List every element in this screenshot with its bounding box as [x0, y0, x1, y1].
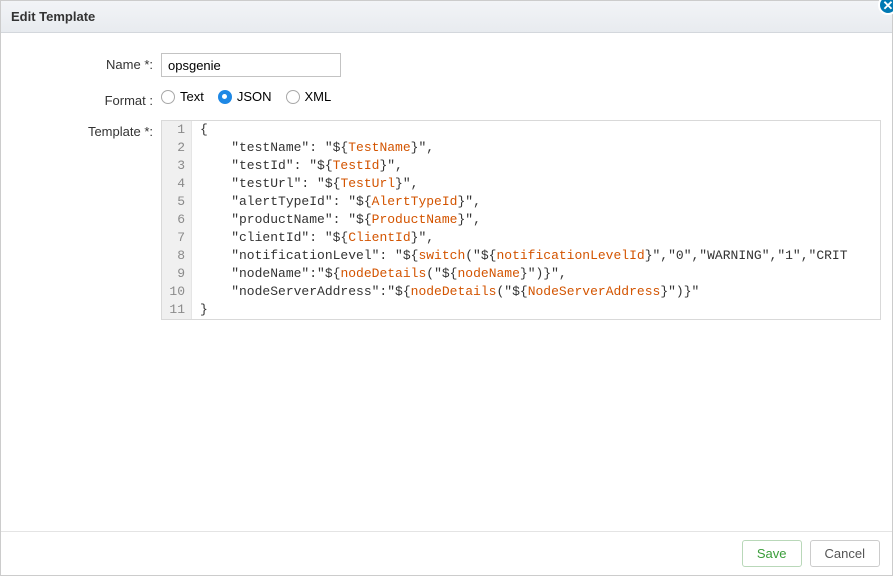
- dialog-header: Edit Template ✕: [1, 1, 892, 33]
- radio-label-text: Text: [180, 89, 204, 104]
- name-label: Name *:: [11, 53, 161, 72]
- code-line: "productName": "${ProductName}",: [200, 211, 872, 229]
- radio-icon: [218, 90, 232, 104]
- format-label: Format :: [11, 89, 161, 108]
- editor-gutter: 1234567891011: [162, 121, 192, 319]
- close-icon[interactable]: ✕: [878, 0, 893, 15]
- radio-label-xml: XML: [305, 89, 332, 104]
- line-number: 2: [168, 139, 185, 157]
- line-number: 11: [168, 301, 185, 319]
- line-number: 10: [168, 283, 185, 301]
- line-number: 8: [168, 247, 185, 265]
- template-label: Template *:: [11, 120, 161, 139]
- line-number: 7: [168, 229, 185, 247]
- cancel-button[interactable]: Cancel: [810, 540, 880, 567]
- code-line: "alertTypeId": "${AlertTypeId}",: [200, 193, 872, 211]
- code-line: {: [200, 121, 872, 139]
- name-input[interactable]: [161, 53, 341, 77]
- line-number: 5: [168, 193, 185, 211]
- edit-template-dialog: Edit Template ✕ Name *: Format : Text JS…: [0, 0, 893, 576]
- code-line: "notificationLevel": "${switch("${notifi…: [200, 247, 872, 265]
- code-line: "nodeServerAddress":"${nodeDetails("${No…: [200, 283, 872, 301]
- save-button[interactable]: Save: [742, 540, 802, 567]
- code-line: "testUrl": "${TestUrl}",: [200, 175, 872, 193]
- line-number: 1: [168, 121, 185, 139]
- code-line: "nodeName":"${nodeDetails("${nodeName}")…: [200, 265, 872, 283]
- name-row: Name *:: [11, 53, 882, 77]
- code-line: }: [200, 301, 872, 319]
- dialog-body: Name *: Format : Text JSON XML: [1, 33, 892, 531]
- line-number: 3: [168, 157, 185, 175]
- radio-label-json: JSON: [237, 89, 272, 104]
- line-number: 9: [168, 265, 185, 283]
- format-radio-json[interactable]: JSON: [218, 89, 272, 104]
- dialog-footer: Save Cancel: [1, 531, 892, 575]
- format-radio-text[interactable]: Text: [161, 89, 204, 104]
- radio-icon: [161, 90, 175, 104]
- code-line: "testName": "${TestName}",: [200, 139, 872, 157]
- radio-icon: [286, 90, 300, 104]
- template-row: Template *: 1234567891011 { "testName": …: [11, 120, 882, 320]
- line-number: 6: [168, 211, 185, 229]
- format-row: Format : Text JSON XML: [11, 89, 882, 108]
- code-line: "testId": "${TestId}",: [200, 157, 872, 175]
- editor-code[interactable]: { "testName": "${TestName}", "testId": "…: [192, 121, 880, 319]
- template-editor[interactable]: 1234567891011 { "testName": "${TestName}…: [161, 120, 881, 320]
- format-radio-xml[interactable]: XML: [286, 89, 332, 104]
- code-line: "clientId": "${ClientId}",: [200, 229, 872, 247]
- line-number: 4: [168, 175, 185, 193]
- dialog-title: Edit Template: [11, 9, 95, 24]
